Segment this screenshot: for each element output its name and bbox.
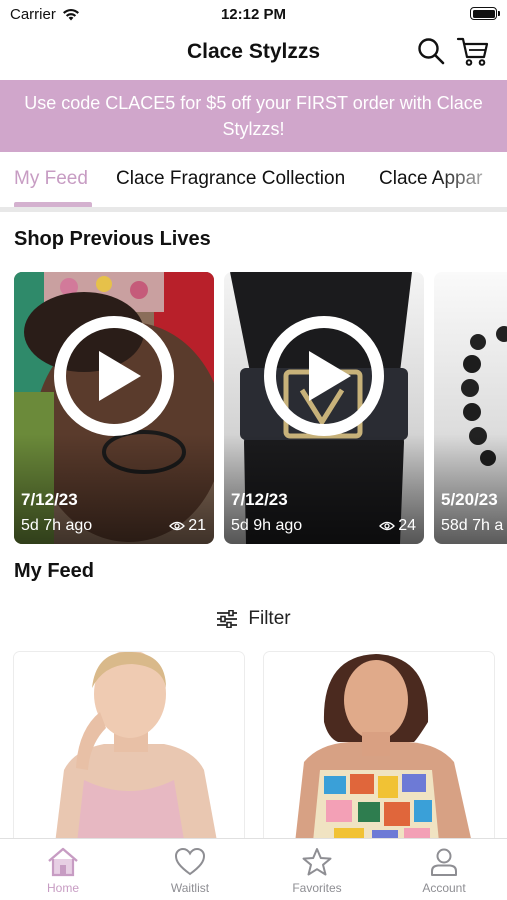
tab-clace-fragrance-collection[interactable]: Clace Fragrance Collection bbox=[116, 168, 345, 190]
nav-bar: Clace Stylzzs bbox=[0, 30, 507, 78]
tab-favorites[interactable]: Favorites bbox=[254, 847, 380, 900]
tab-favorites-label: Favorites bbox=[292, 881, 342, 895]
live-time-ago: 58d 7h a bbox=[441, 517, 504, 534]
tabs-fade bbox=[437, 152, 507, 208]
tab-my-feed[interactable]: My Feed bbox=[14, 168, 88, 190]
eye-icon bbox=[169, 521, 186, 531]
tab-home-label: Home bbox=[46, 881, 79, 895]
live-view-count: 24 bbox=[398, 517, 416, 534]
tab-home[interactable]: Home bbox=[0, 847, 126, 900]
live-date: 7/12/23 bbox=[21, 490, 78, 509]
status-bar: Carrier 12:12 PM bbox=[0, 0, 507, 30]
cart-icon[interactable] bbox=[456, 35, 490, 67]
promo-banner[interactable]: Use code CLACE5 for $5 off your FIRST or… bbox=[0, 80, 507, 152]
clock: 12:12 PM bbox=[220, 6, 287, 23]
product-image bbox=[264, 652, 494, 852]
tab-account[interactable]: Account bbox=[381, 847, 507, 900]
eye-icon bbox=[379, 521, 396, 531]
live-view-count: 21 bbox=[188, 517, 206, 534]
product-card[interactable] bbox=[264, 652, 494, 852]
live-views: 21 bbox=[169, 517, 206, 535]
tab-account-label: Account bbox=[422, 881, 466, 895]
product-card[interactable] bbox=[14, 652, 244, 852]
battery-icon bbox=[470, 7, 500, 20]
star-icon bbox=[302, 848, 332, 876]
section-title-previous-lives: Shop Previous Lives bbox=[14, 228, 211, 250]
live-date: 7/12/23 bbox=[231, 490, 288, 509]
bottom-tab-bar: Home Waitlist Favorites Account bbox=[0, 838, 507, 900]
tab-waitlist-label: Waitlist bbox=[170, 881, 210, 895]
divider bbox=[0, 207, 507, 212]
category-tabs: My Feed Clace Fragrance Collection Clace… bbox=[0, 152, 507, 208]
search-icon[interactable] bbox=[416, 36, 446, 66]
previous-lives-carousel: 7/12/23 5d 7h ago 21 7/12/23 5d 9h ago 2… bbox=[0, 272, 507, 544]
live-card[interactable]: 7/12/23 5d 7h ago 21 bbox=[14, 272, 214, 544]
heart-icon bbox=[174, 847, 206, 876]
play-icon[interactable] bbox=[263, 315, 385, 437]
home-icon bbox=[48, 847, 78, 877]
live-date: 5/20/23 bbox=[441, 490, 498, 509]
filter-label: Filter bbox=[248, 608, 291, 629]
play-icon[interactable] bbox=[53, 315, 175, 437]
live-time-ago: 5d 9h ago bbox=[231, 517, 303, 534]
tab-waitlist[interactable]: Waitlist bbox=[127, 847, 253, 900]
person-icon bbox=[431, 848, 457, 876]
live-views: 24 bbox=[379, 517, 416, 535]
filter-button[interactable]: Filter bbox=[0, 606, 507, 632]
product-image bbox=[14, 652, 244, 852]
live-card[interactable]: 5/20/23 58d 7h a bbox=[434, 272, 507, 544]
sliders-icon bbox=[217, 610, 238, 628]
live-time-ago: 5d 7h ago bbox=[21, 517, 93, 534]
live-card[interactable]: 7/12/23 5d 9h ago 24 bbox=[224, 272, 424, 544]
section-title-my-feed: My Feed bbox=[14, 560, 95, 582]
